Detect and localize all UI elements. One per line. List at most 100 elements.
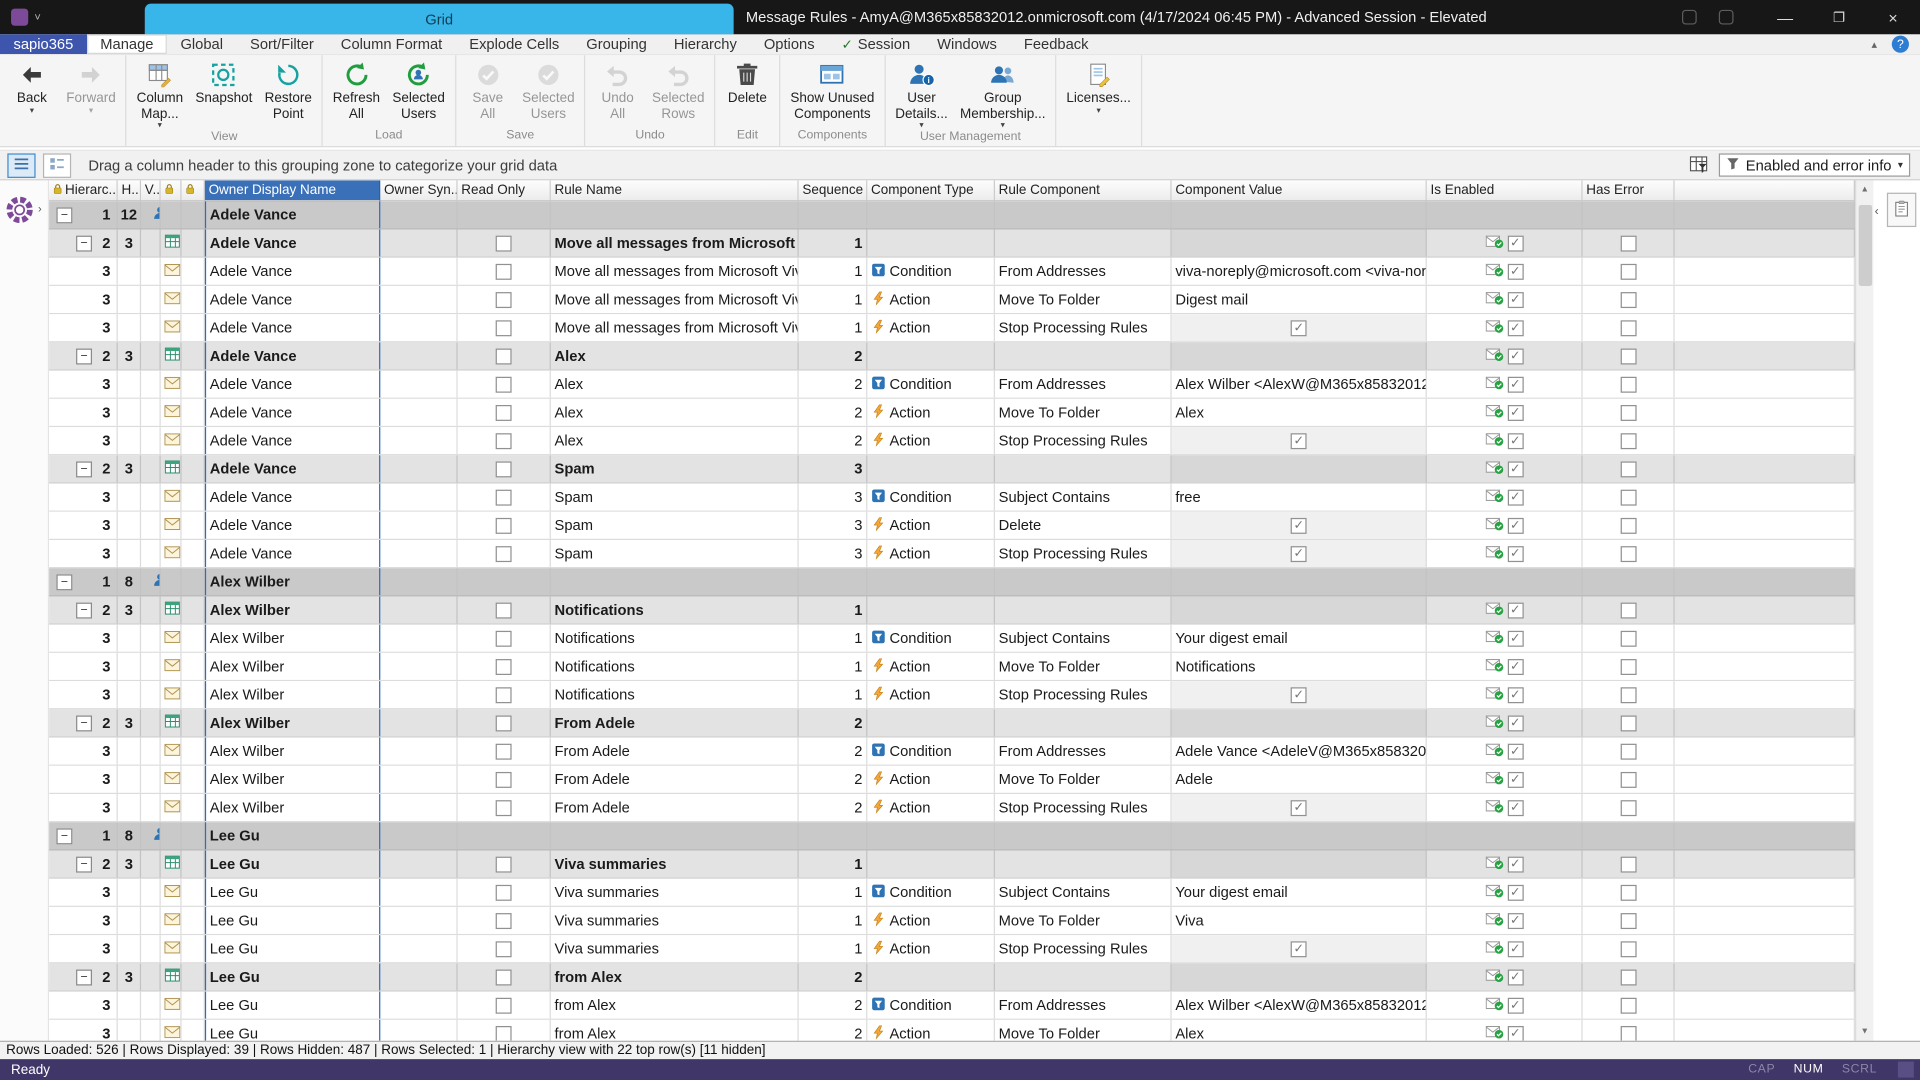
cell-rcomp[interactable] (995, 850, 1172, 877)
cell-lock2[interactable] (182, 455, 205, 482)
cell-ownersync[interactable] (380, 653, 457, 680)
cell-icon[interactable] (161, 709, 182, 736)
cell-ownersync[interactable] (380, 568, 457, 595)
cell-rule[interactable]: From Adele (551, 794, 799, 821)
grid-row[interactable]: 3Adele VanceAlex2ConditionFrom Addresses… (49, 371, 1855, 399)
has-error-checkbox[interactable] (1620, 263, 1636, 279)
readonly-checkbox[interactable] (496, 941, 512, 957)
cell-ctype[interactable]: Action (867, 766, 995, 793)
cell-cval[interactable] (1172, 568, 1427, 595)
cell-error[interactable] (1583, 709, 1675, 736)
cell-enabled[interactable]: ✓ (1427, 653, 1583, 680)
cell-rule[interactable]: Alex (551, 371, 799, 398)
cell-icon[interactable] (161, 625, 182, 652)
cell-ownersync[interactable] (380, 822, 457, 849)
readonly-checkbox[interactable] (496, 715, 512, 731)
cell-rcomp[interactable] (995, 963, 1172, 990)
cell-hier[interactable]: −1 (49, 201, 118, 228)
cell-rule[interactable]: Move all messages from Microsoft Viv (551, 229, 799, 256)
cell-seq[interactable]: 2 (799, 427, 868, 454)
column-header-icon[interactable] (161, 180, 182, 201)
cell-rule[interactable]: Spam (551, 540, 799, 567)
cell-seq[interactable]: 1 (799, 653, 868, 680)
cell-v[interactable] (141, 427, 161, 454)
cell-filler[interactable] (1675, 286, 1855, 313)
cell-seq[interactable]: 2 (799, 963, 868, 990)
cell-h[interactable] (118, 399, 141, 426)
cell-filler[interactable] (1675, 850, 1855, 877)
cell-h[interactable] (118, 371, 141, 398)
cell-owner[interactable]: Lee Gu (205, 935, 380, 962)
cell-lock2[interactable] (182, 794, 205, 821)
cell-hier[interactable]: −2 (49, 229, 118, 256)
cell-v[interactable] (141, 399, 161, 426)
collapse-row-toggle[interactable]: − (56, 207, 72, 223)
cell-lock2[interactable] (182, 822, 205, 849)
cell-error[interactable] (1583, 1020, 1675, 1041)
cell-rcomp[interactable]: Stop Processing Rules (995, 427, 1172, 454)
cell-enabled[interactable]: ✓ (1427, 512, 1583, 539)
cell-hier[interactable]: 3 (49, 766, 118, 793)
cell-ownersync[interactable] (380, 907, 457, 934)
cell-h[interactable] (118, 935, 141, 962)
cell-rcomp[interactable]: Stop Processing Rules (995, 935, 1172, 962)
cell-enabled[interactable]: ✓ (1427, 484, 1583, 511)
cell-ctype[interactable]: Action (867, 286, 995, 313)
readonly-checkbox[interactable] (496, 771, 512, 787)
cell-ctype[interactable]: Action (867, 512, 995, 539)
ribbon-tab-sapio365[interactable]: sapio365 (0, 34, 87, 54)
cell-filler[interactable] (1675, 596, 1855, 623)
cell-ctype[interactable]: Action (867, 794, 995, 821)
has-error-checkbox[interactable] (1620, 687, 1636, 703)
cell-readonly[interactable] (458, 229, 551, 256)
column-header-rule[interactable]: Rule Name (551, 180, 799, 201)
cell-rule[interactable]: Viva summaries (551, 850, 799, 877)
cell-ownersync[interactable] (380, 766, 457, 793)
cell-error[interactable] (1583, 850, 1675, 877)
ribbon-tab-manage[interactable]: Manage (87, 34, 167, 54)
cell-hier[interactable]: 3 (49, 935, 118, 962)
cell-filler[interactable] (1675, 935, 1855, 962)
cell-h[interactable] (118, 794, 141, 821)
scroll-up-button[interactable]: ▲ (1856, 180, 1873, 198)
cell-error[interactable] (1583, 342, 1675, 369)
has-error-checkbox[interactable] (1620, 856, 1636, 872)
cell-lock2[interactable] (182, 992, 205, 1019)
column-header-hier[interactable]: Hierarc... (49, 180, 118, 201)
cell-v[interactable] (141, 342, 161, 369)
collapse-row-toggle[interactable]: − (76, 461, 92, 477)
cell-hier[interactable]: −2 (49, 963, 118, 990)
cell-hier[interactable]: 3 (49, 907, 118, 934)
cell-seq[interactable] (799, 201, 868, 228)
clipboard-panel-button[interactable] (1887, 193, 1916, 227)
cell-v[interactable] (141, 596, 161, 623)
is-enabled-checkbox[interactable]: ✓ (1507, 658, 1523, 674)
cell-icon[interactable] (161, 484, 182, 511)
readonly-checkbox[interactable] (496, 235, 512, 251)
cell-owner[interactable]: Adele Vance (205, 455, 380, 482)
maximize-button[interactable]: ❐ (1812, 0, 1866, 34)
grid-row[interactable]: 3Alex WilberFrom Adele2ActionMove To Fol… (49, 766, 1855, 794)
readonly-checkbox[interactable] (496, 687, 512, 703)
cell-icon[interactable] (161, 822, 182, 849)
cell-h[interactable] (118, 681, 141, 708)
cell-readonly[interactable] (458, 879, 551, 906)
cell-enabled[interactable]: ✓ (1427, 738, 1583, 765)
cell-rcomp[interactable] (995, 455, 1172, 482)
ribbon-tab-session[interactable]: ✓Session (828, 34, 924, 54)
cell-cval[interactable]: Adele (1172, 766, 1427, 793)
grid-row[interactable]: 3Adele VanceSpam3ActionStop Processing R… (49, 540, 1855, 568)
cell-lock2[interactable] (182, 850, 205, 877)
cell-lock2[interactable] (182, 935, 205, 962)
cell-lock2[interactable] (182, 540, 205, 567)
is-enabled-checkbox[interactable]: ✓ (1507, 771, 1523, 787)
column-header-v[interactable]: V... (141, 180, 161, 201)
cell-error[interactable] (1583, 879, 1675, 906)
cell-enabled[interactable] (1427, 822, 1583, 849)
cell-enabled[interactable] (1427, 201, 1583, 228)
cell-rcomp[interactable] (995, 822, 1172, 849)
cell-h[interactable]: 3 (118, 455, 141, 482)
cell-seq[interactable]: 1 (799, 625, 868, 652)
cell-ctype[interactable]: Action (867, 1020, 995, 1041)
cell-enabled[interactable]: ✓ (1427, 1020, 1583, 1041)
